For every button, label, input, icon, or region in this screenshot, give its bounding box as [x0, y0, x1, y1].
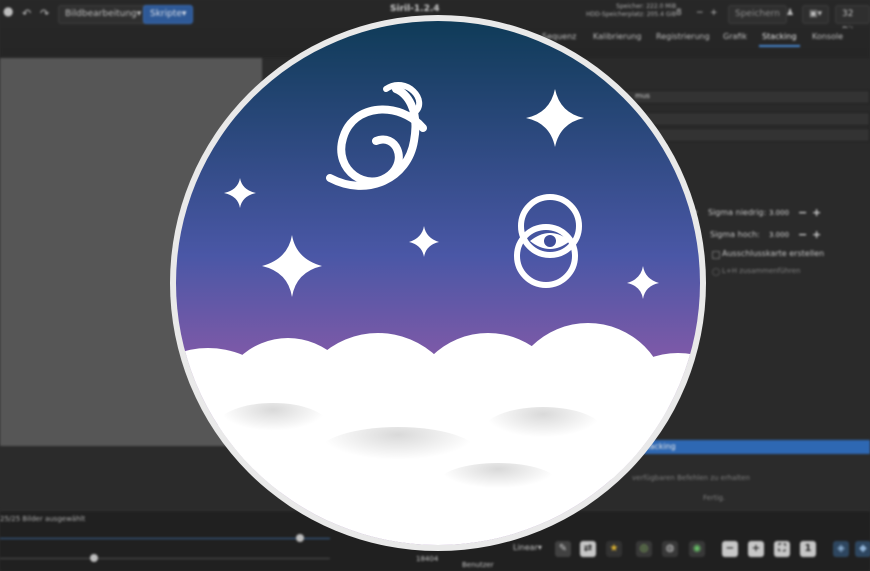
selected-images-count: 25/25 Bilder ausgewählt	[0, 515, 86, 523]
image-processing-menu-button[interactable]: Bildbearbeitung▾	[58, 5, 149, 24]
user-label: Benutzer	[462, 561, 494, 569]
tab-stacking[interactable]: Stacking	[759, 32, 800, 47]
tag-icon[interactable]: ◈	[833, 541, 849, 557]
siril-logo	[170, 15, 706, 551]
redo-icon[interactable]: ↷	[40, 5, 49, 22]
rejection-map-checkbox[interactable]	[712, 251, 720, 259]
merge-lh-label: L+H zusammenführen	[722, 267, 801, 275]
zoom-fit-icon[interactable]: ⛶	[774, 541, 790, 557]
rejection-map-label: Ausschlusskarte erstellen	[722, 249, 825, 258]
max-value: 18404	[416, 555, 439, 563]
sigma-high-minus-button[interactable]: −	[798, 229, 807, 240]
sigma-high-plus-button[interactable]: +	[812, 229, 821, 240]
sigma-low-plus-button[interactable]: +	[812, 207, 821, 218]
plus-icon[interactable]: +	[710, 5, 718, 22]
sigma-low-value[interactable]: 3.000	[769, 209, 789, 217]
low-slider-track[interactable]	[0, 558, 330, 559]
save-button[interactable]: Speichern	[728, 5, 787, 24]
zoom-in-icon[interactable]: +	[748, 541, 764, 557]
memory-label: Speicher: 222.0 MiB	[616, 3, 677, 10]
chevron-down-icon: ▾	[136, 9, 142, 19]
sigma-high-label: Sigma hoch:	[710, 230, 760, 239]
person-icon[interactable]: ♟	[786, 5, 794, 22]
app-menu-icon[interactable]: ●	[3, 3, 13, 20]
image-processing-label: Bildbearbeitung	[65, 9, 137, 19]
sigma-high-value[interactable]: 3.000	[769, 231, 789, 239]
undo-icon[interactable]: ↶	[22, 5, 31, 22]
zoom-out-icon[interactable]: −	[722, 541, 738, 557]
tab-graphic[interactable]: Grafik	[723, 32, 747, 41]
merge-lh-checkbox[interactable]	[712, 268, 720, 276]
tab-console[interactable]: Konsole	[812, 32, 843, 41]
sigma-low-minus-button[interactable]: −	[798, 207, 807, 218]
bit-depth-menu-button[interactable]: 32 Bit▾	[835, 5, 870, 36]
snapshot-menu-button[interactable]: ▣▾	[802, 5, 830, 24]
zoom-one-icon[interactable]: 1	[800, 541, 816, 557]
sigma-low-label: Sigma niedrig:	[708, 208, 767, 217]
info-icon[interactable]: ◆	[855, 541, 870, 557]
low-slider-knob[interactable]	[90, 554, 99, 562]
cloud-bank	[176, 323, 700, 545]
